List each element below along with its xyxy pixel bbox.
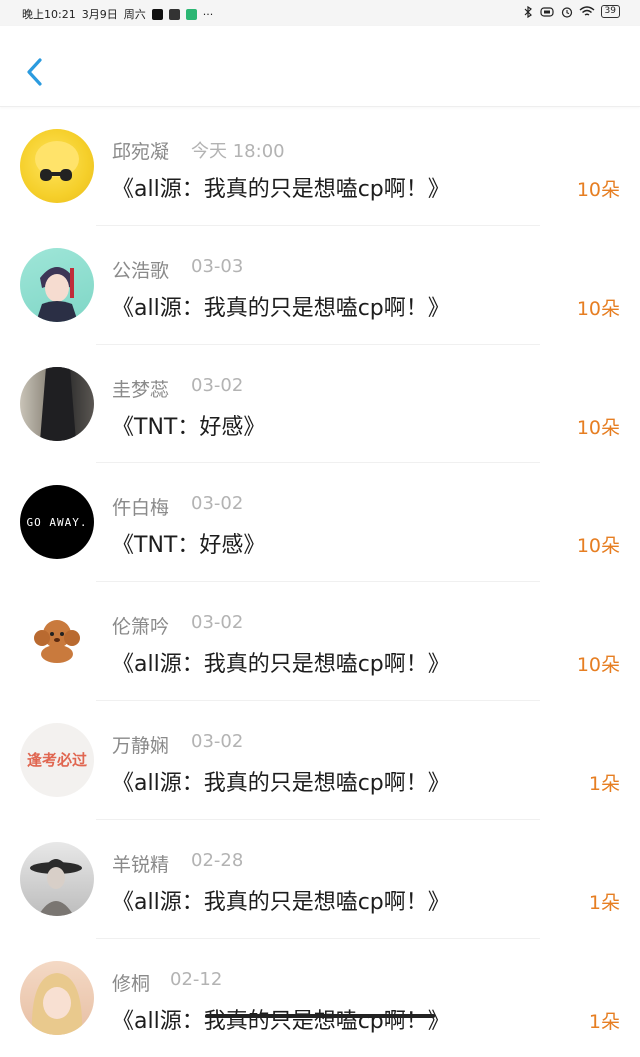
status-time: 晚上10:21 <box>22 8 76 21</box>
avatar-text: GO AWAY. <box>26 515 88 529</box>
work-title: 《all源：我真的只是想嗑cp啊！》 <box>112 177 450 202</box>
avatar[interactable]: 逢考必过 <box>20 722 94 797</box>
work-title: 《all源：我真的只是想嗑cp啊！》 <box>112 1008 450 1034</box>
dark-hair-image <box>40 366 76 441</box>
flower-count: 10朵 <box>576 297 620 320</box>
gift-record-list: 邱宛凝 今天 18:00 《all源：我真的只是想嗑cp啊！》 10朵 公浩歌 … <box>0 107 640 1057</box>
list-item[interactable]: GO AWAY. 仵白梅 03-02 《TNT：好感》 10朵 <box>0 463 640 583</box>
sent-time: 03-02 <box>191 612 244 634</box>
alarm-icon <box>561 6 572 18</box>
flower-count: 10朵 <box>576 416 620 439</box>
sender-name: 仵白梅 <box>112 497 170 520</box>
tiktok-icon <box>151 8 163 20</box>
flower-count: 1朵 <box>588 1010 620 1033</box>
work-title: 《TNT：好感》 <box>112 533 266 559</box>
avatar[interactable] <box>20 129 94 203</box>
sender-name: 伦箫吟 <box>112 616 170 639</box>
bird-image <box>35 141 79 181</box>
wifi-icon <box>579 5 595 16</box>
list-item[interactable]: 修桐 02-12 《all源：我真的只是想嗑cp啊！》 1朵 <box>0 939 640 1057</box>
work-title: 《all源：我真的只是想嗑cp啊！》 <box>112 770 450 796</box>
list-item[interactable]: 伦箫吟 03-02 《all源：我真的只是想嗑cp啊！》 10朵 <box>0 582 640 701</box>
flower-count: 10朵 <box>576 535 620 558</box>
flower-count: 10朵 <box>576 179 620 201</box>
list-item[interactable]: 逢考必过 万静娴 03-02 《all源：我真的只是想嗑cp啊！》 1朵 <box>0 701 640 820</box>
sender-name: 公浩歌 <box>112 259 170 282</box>
sent-time: 03-03 <box>191 255 244 277</box>
avatar[interactable] <box>20 960 94 1035</box>
blonde-girl-image <box>31 972 83 1035</box>
home-indicator[interactable] <box>205 1014 435 1018</box>
vibrate-icon <box>539 6 554 17</box>
sent-time: 03-02 <box>191 493 244 515</box>
avatar[interactable]: GO AWAY. <box>20 485 94 560</box>
sent-time: 今天 18:00 <box>191 141 285 162</box>
poodle-image <box>34 620 80 664</box>
avatar[interactable] <box>20 366 94 441</box>
list-item[interactable]: 公浩歌 03-03 《all源：我真的只是想嗑cp啊！》 10朵 <box>0 226 640 345</box>
avatar-text: 逢考必过 <box>26 751 87 770</box>
battery-indicator: 39 <box>600 5 620 18</box>
chevron-left-icon <box>27 58 42 86</box>
flower-count: 1朵 <box>588 772 620 795</box>
status-date: 3月9日 <box>81 8 118 21</box>
sender-name: 羊锐精 <box>112 853 170 876</box>
shield-app-icon <box>185 8 197 20</box>
sent-time: 02-12 <box>170 968 223 990</box>
sender-name: 圭梦蕊 <box>112 378 170 401</box>
work-title: 《TNT：好感》 <box>112 414 266 440</box>
flower-count: 1朵 <box>588 891 620 914</box>
status-weekday: 周六 <box>123 8 146 21</box>
sender-name: 邱宛凝 <box>112 141 170 163</box>
app-icon <box>168 8 180 20</box>
sender-name: 万静娴 <box>112 734 170 757</box>
work-title: 《all源：我真的只是想嗑cp啊！》 <box>112 652 450 678</box>
list-item[interactable]: 邱宛凝 今天 18:00 《all源：我真的只是想嗑cp啊！》 10朵 <box>0 107 640 226</box>
avatar[interactable] <box>20 604 94 679</box>
back-button[interactable] <box>22 54 50 90</box>
work-title: 《all源：我真的只是想嗑cp啊！》 <box>112 889 450 915</box>
list-item[interactable]: 圭梦蕊 03-02 《TNT：好感》 10朵 <box>0 345 640 464</box>
list-item[interactable]: 羊锐精 02-28 《all源：我真的只是想嗑cp啊！》 1朵 <box>0 820 640 939</box>
more-notifications: ··· <box>202 7 214 21</box>
bluetooth-icon <box>524 5 532 18</box>
hat-woman-image <box>30 858 82 916</box>
avatar[interactable] <box>20 247 94 322</box>
status-bar: 晚上10:21 3月9日 周六 ··· 39 <box>0 0 640 26</box>
anime-boy-image <box>36 266 78 322</box>
header-bar <box>0 26 640 107</box>
sent-time: 03-02 <box>191 374 244 396</box>
avatar[interactable] <box>20 841 94 916</box>
sent-time: 02-28 <box>191 849 244 871</box>
flower-count: 10朵 <box>576 654 620 677</box>
sent-time: 03-02 <box>191 730 244 752</box>
sender-name: 修桐 <box>112 972 151 995</box>
work-title: 《all源：我真的只是想嗑cp啊！》 <box>112 295 450 321</box>
